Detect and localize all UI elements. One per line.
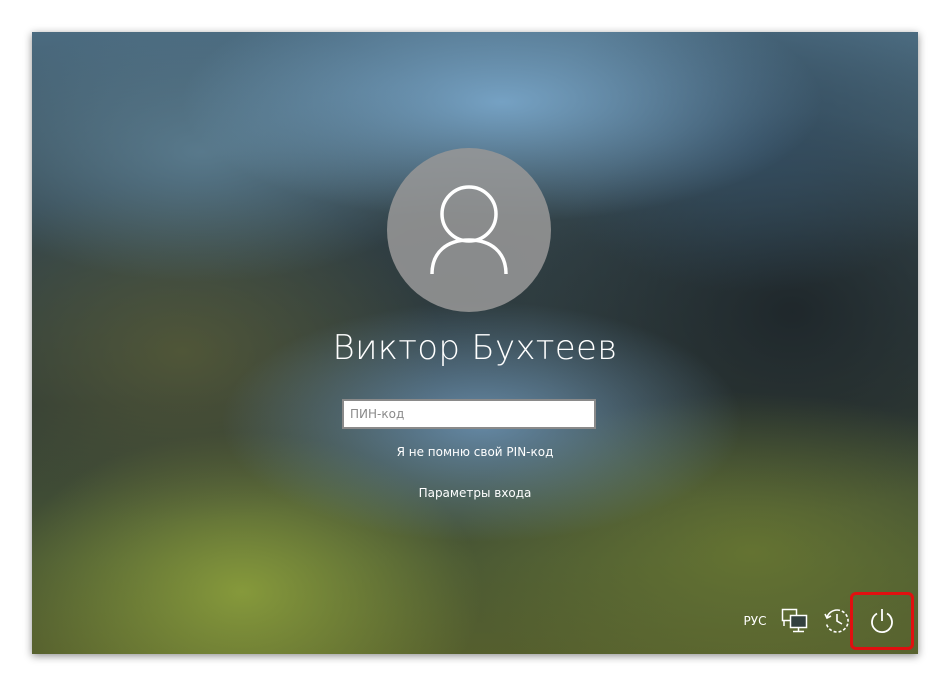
network-icon xyxy=(781,608,808,633)
user-name: Виктор Бухтеев xyxy=(332,328,618,368)
user-avatar xyxy=(387,148,551,312)
sign-in-options-link[interactable]: Параметры входа xyxy=(32,486,918,500)
lock-screen: Виктор Бухтеев Я не помню свой PIN-код П… xyxy=(32,32,918,654)
ease-of-access-icon xyxy=(824,609,849,633)
power-icon xyxy=(871,609,893,634)
language-indicator[interactable]: РУС xyxy=(738,596,772,646)
pin-input[interactable] xyxy=(342,399,596,429)
ease-of-access-button[interactable] xyxy=(820,596,854,646)
user-icon xyxy=(430,185,508,275)
power-button[interactable] xyxy=(850,592,914,650)
forgot-pin-link[interactable]: Я не помню свой PIN-код xyxy=(32,445,918,459)
network-button[interactable] xyxy=(778,596,812,646)
